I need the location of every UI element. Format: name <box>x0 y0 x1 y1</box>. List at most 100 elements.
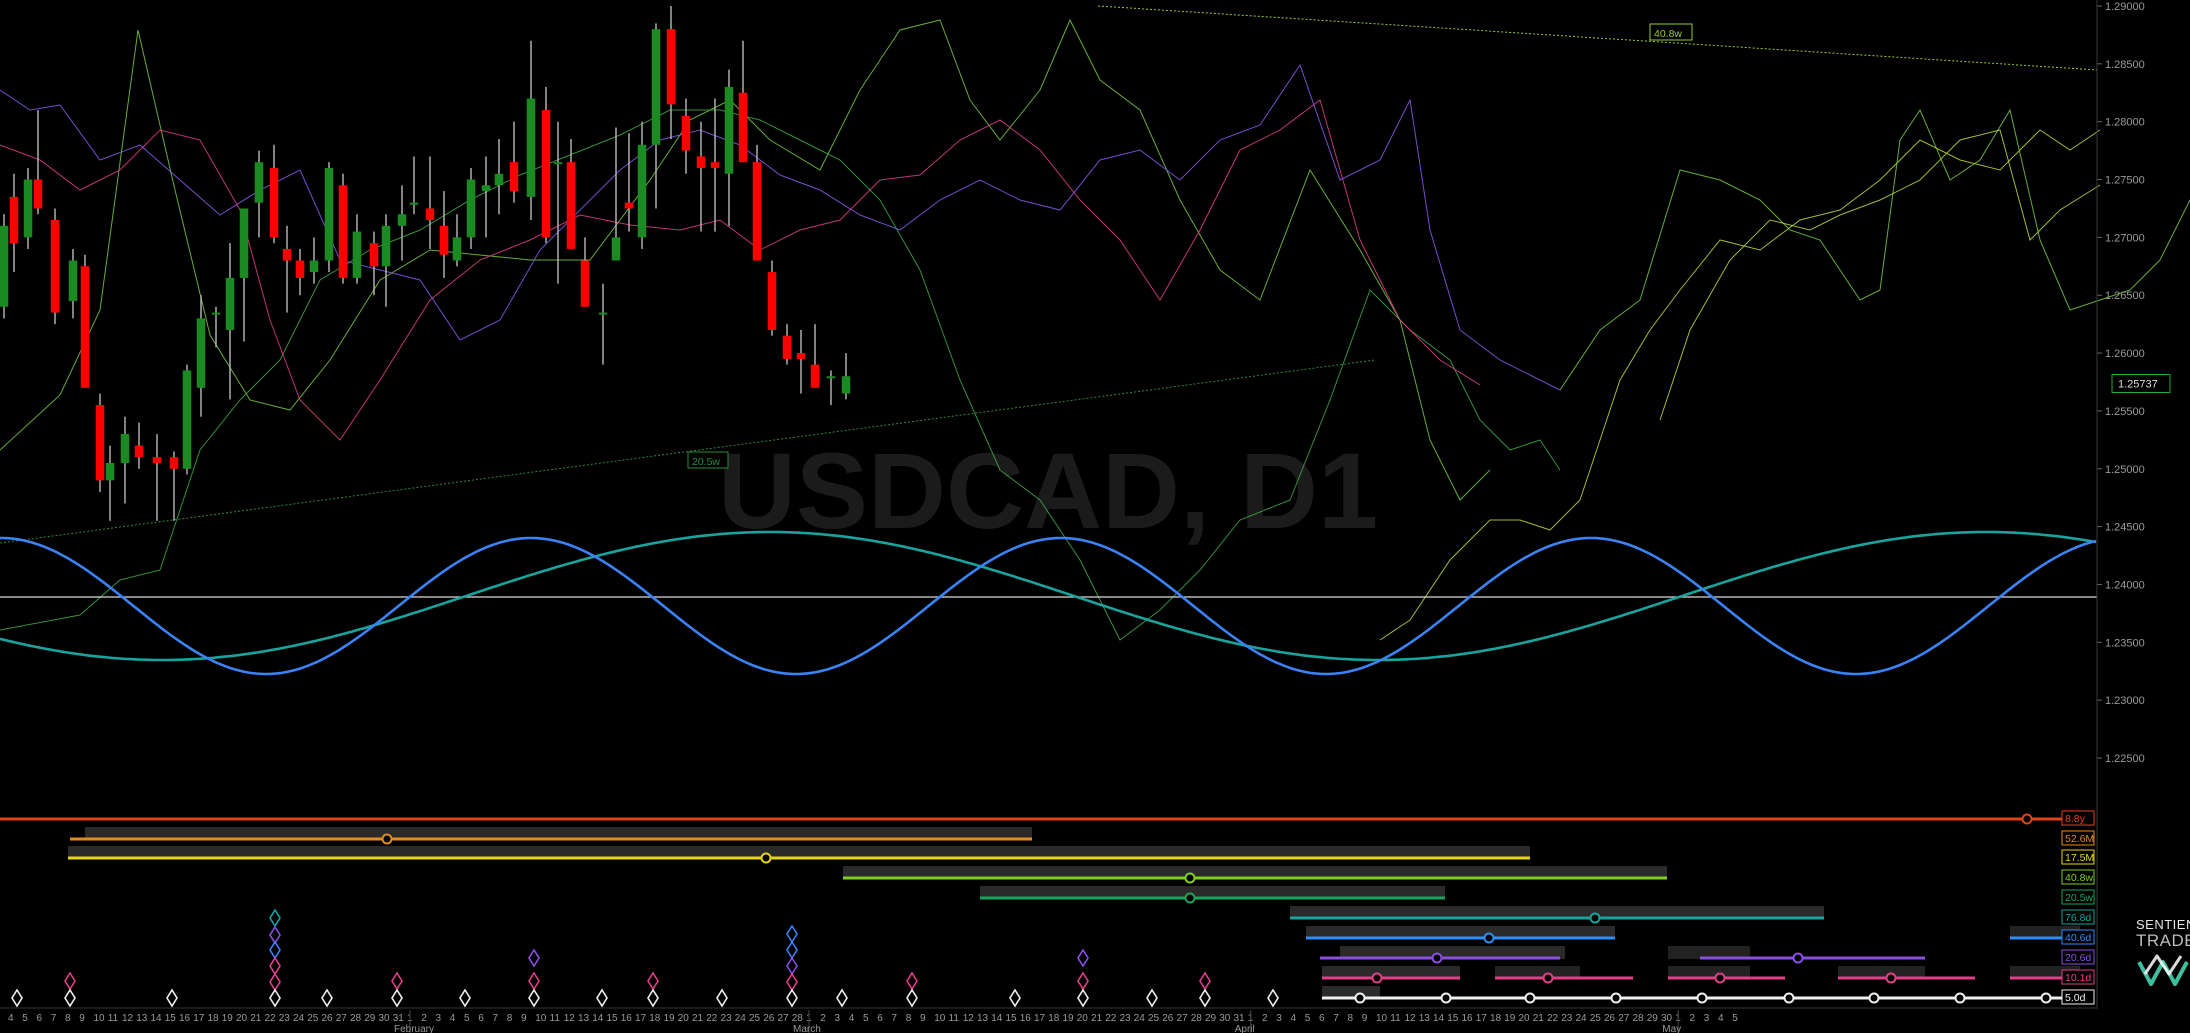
date-tick-label: 14 <box>1433 1013 1445 1024</box>
candle-body <box>810 364 820 388</box>
date-tick-label: 22 <box>1105 1013 1117 1024</box>
price-tick-label: 1.26500 <box>2105 290 2145 302</box>
candle-body <box>710 162 720 168</box>
candle-body <box>269 167 279 238</box>
date-tick-label: 20 <box>1077 1013 1089 1024</box>
date-tick-label: 11 <box>1390 1013 1401 1024</box>
date-tick-label: 10 <box>1376 1013 1388 1024</box>
candle-body <box>295 260 305 278</box>
candle-body <box>33 179 43 209</box>
date-tick-label: 21 <box>250 1013 262 1024</box>
trough-diamond-icon <box>391 971 403 991</box>
fld-green-fast <box>0 18 1491 501</box>
date-tick-label: 8 <box>906 1013 912 1024</box>
date-tick-label: 22 <box>706 1013 718 1024</box>
price-tick-label: 1.24500 <box>2105 522 2145 534</box>
cycle-trough-marker <box>1792 952 1804 964</box>
candle-body <box>494 173 504 186</box>
cycle-tag-label: 40.6d <box>2065 932 2091 944</box>
price-tick-label: 1.25000 <box>2105 464 2145 476</box>
date-tick-label: 4 <box>1718 1013 1724 1024</box>
candle-body <box>254 162 264 203</box>
trough-diamond-icon <box>716 988 728 1008</box>
chart-area: USDCAD, D1 20.5w 40.8w 1.29000 1.28500 1.28… <box>0 0 2190 1033</box>
date-tick-label: 12 <box>963 1013 975 1024</box>
cycle-trough-marker <box>1440 992 1452 1004</box>
date-tick-label: 10 <box>94 1013 106 1024</box>
trough-diamond-icon <box>321 988 333 1008</box>
date-tick-label: 17 <box>1034 1013 1046 1024</box>
cycle-trough-marker <box>1696 992 1708 1004</box>
trough-diamond-icon <box>269 972 281 992</box>
date-tick-label: 3 <box>835 1013 841 1024</box>
candle-body <box>826 376 836 379</box>
date-tick-label: 25 <box>307 1013 319 1024</box>
candle-body <box>782 335 792 359</box>
fld-olive-proj <box>1379 129 2101 641</box>
price-tick-label: 1.26000 <box>2105 348 2145 360</box>
date-tick-label: 25 <box>1148 1013 1160 1024</box>
date-tick-label: 5 <box>464 1013 470 1024</box>
date-tick-label: 9 <box>920 1013 926 1024</box>
date-tick-label: 19 <box>664 1013 676 1024</box>
candle-body <box>466 179 476 238</box>
date-tick-label: 19 <box>222 1013 234 1024</box>
trough-diamond-icon <box>64 971 76 991</box>
month-label: May <box>1662 1024 1681 1033</box>
date-tick-label: 3 <box>436 1013 442 1024</box>
candle-body <box>225 277 235 330</box>
date-tick-label: 12 <box>1405 1013 1417 1024</box>
date-tick-label: 6 <box>1319 1013 1325 1024</box>
candle-body <box>724 86 734 174</box>
candle-body <box>566 162 576 249</box>
trough-diamond-icon <box>906 971 918 991</box>
candle-body <box>767 272 777 330</box>
candle-body <box>9 196 19 244</box>
trough-diamond-icon <box>1146 988 1158 1008</box>
date-tick-label: 2 <box>1262 1013 1268 1024</box>
cycle-trough-marker <box>1371 972 1383 984</box>
date-tick-label: 11 <box>550 1013 561 1024</box>
candle-body <box>611 237 621 261</box>
price-tick-label: 1.27500 <box>2105 175 2145 187</box>
date-tick-label: 21 <box>1533 1013 1545 1024</box>
cycle-tag-label: 52.6M <box>2065 833 2094 845</box>
date-tick-label: 18 <box>1490 1013 1502 1024</box>
price-tick-label: 1.28500 <box>2105 59 2145 71</box>
date-tick-label: 28 <box>1191 1013 1203 1024</box>
candle-body <box>752 162 762 261</box>
date-tick-label: 15 <box>1447 1013 1459 1024</box>
date-tick-label: 13 <box>977 1013 989 1024</box>
fld-olive-late <box>1659 129 2101 421</box>
date-tick-label: 16 <box>179 1013 191 1024</box>
trough-diamond-icon <box>647 971 659 991</box>
candle-body <box>637 144 647 238</box>
date-tick-label: 29 <box>1647 1013 1659 1024</box>
date-tick-label: 9 <box>79 1013 85 1024</box>
date-tick-label: 17 <box>1476 1013 1488 1024</box>
cycle-waves <box>0 530 2097 676</box>
trough-diamond-icon <box>391 988 403 1008</box>
date-tick-label: 31 <box>1234 1013 1246 1024</box>
date-tick-label: 6 <box>877 1013 883 1024</box>
price-tick-label: 1.24000 <box>2105 579 2145 591</box>
trough-diamond-icon <box>1077 948 1089 968</box>
candle-body <box>738 92 748 163</box>
price-tick-label: 1.29000 <box>2105 1 2145 13</box>
trough-diamond-icon <box>836 988 848 1008</box>
date-tick-label: 4 <box>8 1013 14 1024</box>
cycle-bands: 8.8y 52.6M 17.5M 40.8w 20.5w 76.8d 40.6d 20.6d 1… <box>0 810 2095 1005</box>
date-tick-label: 27 <box>336 1013 348 1024</box>
price-tick-label: 1.28000 <box>2105 117 2145 129</box>
date-tick-label: 25 <box>749 1013 761 1024</box>
price-tick-label: 1.27000 <box>2105 232 2145 244</box>
cycle-trough-marker <box>1714 972 1726 984</box>
trough-diamond-icon <box>1077 971 1089 991</box>
candle-body <box>211 312 221 315</box>
date-tick-label: 8 <box>507 1013 513 1024</box>
trough-diamond-icon <box>269 956 281 976</box>
candle-body <box>182 370 192 469</box>
cycle-trough-marker <box>1542 972 1554 984</box>
trough-diamond-icon <box>11 988 23 1008</box>
date-tick-label: 4 <box>1291 1013 1297 1024</box>
